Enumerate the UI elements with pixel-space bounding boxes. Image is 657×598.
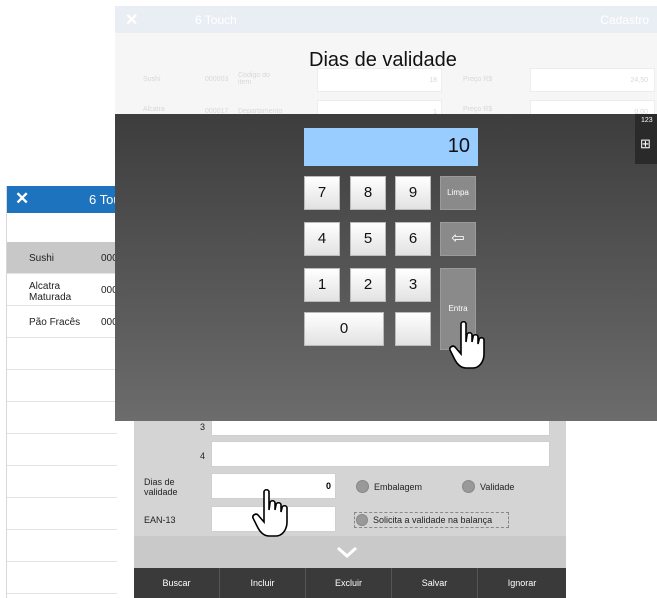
list-item[interactable]: Alcatra Maturada 000 — [7, 274, 118, 306]
list-item[interactable] — [7, 498, 117, 530]
validity-dialog: ✕ 6 Touch Cadastro Dias de validade Sush… — [115, 6, 657, 120]
list-item[interactable] — [7, 434, 117, 466]
chevron-down-icon — [337, 546, 357, 558]
list-item-name: Sushi — [29, 253, 55, 264]
incluir-button[interactable]: Incluir — [220, 568, 306, 598]
list-item[interactable] — [7, 530, 117, 562]
key-blank[interactable] — [395, 312, 431, 346]
side-tab[interactable]: 123 ⊞ — [635, 114, 657, 164]
close-icon[interactable]: ✕ — [15, 189, 29, 209]
embalagem-label: Embalagem — [374, 482, 423, 492]
display-value: 10 — [447, 135, 470, 157]
list-item[interactable] — [7, 402, 117, 434]
list-item[interactable] — [7, 370, 117, 402]
hand-cursor-icon — [252, 488, 288, 537]
list-item[interactable]: Sushi 000 — [7, 242, 118, 274]
faded-row-name: Sushi — [143, 76, 161, 83]
list-item[interactable] — [7, 338, 117, 370]
faded-row-name: Alcatra — [143, 106, 165, 113]
dias-validade-label: Dias de validade — [144, 477, 178, 497]
key-6[interactable]: 6 — [395, 222, 431, 256]
excluir-button[interactable]: Excluir — [306, 568, 392, 598]
key-0[interactable]: 0 — [304, 312, 384, 346]
validade-radio[interactable] — [462, 480, 475, 493]
ignorar-button[interactable]: Ignorar — [478, 568, 566, 598]
list-item-name: Alcatra Maturada — [29, 281, 72, 303]
key-8[interactable]: 8 — [350, 176, 386, 210]
list-item[interactable]: Pão Fracês 000 — [7, 306, 118, 338]
field-4-input[interactable] — [211, 441, 550, 467]
field-label-4: 4 — [200, 451, 206, 461]
side-tab-label: 123 — [641, 117, 653, 124]
solicita-radio — [356, 514, 368, 526]
list-item[interactable] — [7, 466, 117, 498]
key-3[interactable]: 3 — [395, 268, 431, 302]
top-titlebar: ✕ 6 Touch Cadastro — [115, 6, 657, 33]
dias-validade-value: 0 — [325, 481, 331, 491]
faded-price-input: 24,50 — [530, 68, 655, 92]
faded-price-label: Preço R$ — [463, 106, 493, 113]
form-panel: 3 4 Dias de validade 0 Embalagem Validad… — [134, 416, 566, 568]
expand-bar[interactable] — [134, 536, 566, 568]
list-item-name: Pão Fracês — [29, 317, 81, 328]
backspace-icon[interactable]: ⇦ — [440, 222, 476, 256]
faded-value: 18 — [429, 77, 437, 84]
numpad-display: 10 — [304, 128, 478, 166]
hand-cursor-icon — [449, 320, 485, 369]
key-7[interactable]: 7 — [304, 176, 340, 210]
embalagem-radio[interactable] — [356, 480, 369, 493]
window-title: 6 Touch — [195, 13, 237, 27]
key-4[interactable]: 4 — [304, 222, 340, 256]
faded-price-label: Preço R$ — [463, 76, 493, 83]
salvar-button[interactable]: Salvar — [392, 568, 478, 598]
solicita-checkbox[interactable]: Solicita a validade na balança — [354, 512, 509, 528]
faded-field-label: Código do item — [238, 72, 270, 86]
faded-price: 24,50 — [630, 77, 648, 84]
key-9[interactable]: 9 — [395, 176, 431, 210]
field-label-3: 3 — [200, 422, 206, 432]
limpa-button[interactable]: Limpa — [440, 176, 476, 210]
close-icon[interactable]: ✕ — [125, 10, 138, 30]
solicita-label: Solicita a validade na balança — [373, 515, 493, 525]
faded-row-code: 000003 — [205, 76, 229, 83]
keyboard-icon: ⊞ — [640, 136, 651, 151]
numpad-overlay: 123 ⊞ 10 7 8 9 Limpa 4 5 6 ⇦ 1 2 3 Entra… — [115, 114, 657, 421]
faded-input: 18 — [317, 68, 442, 92]
validade-label: Validade — [480, 482, 515, 492]
ean13-label: EAN-13 — [144, 515, 176, 525]
cadastro-label: Cadastro — [600, 13, 649, 27]
key-2[interactable]: 2 — [350, 268, 386, 302]
list-item[interactable] — [7, 562, 117, 594]
key-5[interactable]: 5 — [350, 222, 386, 256]
buscar-button[interactable]: Buscar — [134, 568, 220, 598]
key-1[interactable]: 1 — [304, 268, 340, 302]
bottom-toolbar: Buscar Incluir Excluir Salvar Ignorar — [134, 568, 566, 598]
